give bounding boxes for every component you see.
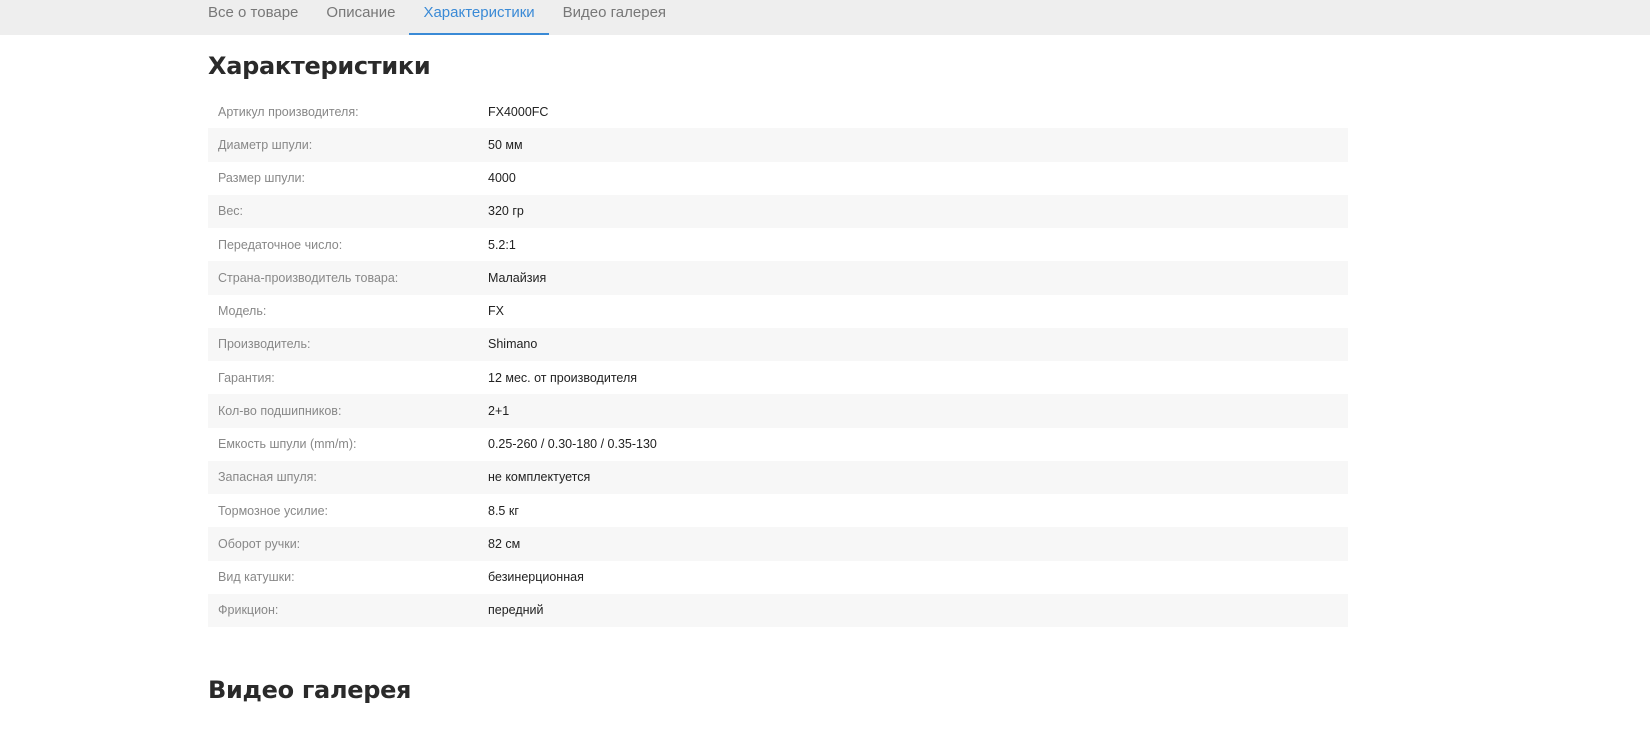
spec-key: Гарантия:: [218, 370, 275, 385]
spec-row: Размер шпули: 4000: [208, 162, 1348, 195]
spec-row: Запасная шпуля: не комплектуется: [208, 460, 1348, 494]
spec-key: Кол-во подшипников:: [218, 403, 342, 418]
spec-row: Производитель: Shimano: [208, 327, 1348, 361]
spec-key: Производитель:: [218, 337, 311, 352]
spec-value: 82 см: [488, 536, 521, 551]
spec-row: Кол-во подшипников: 2+1: [208, 394, 1348, 428]
spec-key: Вид катушки:: [218, 570, 295, 585]
spec-row: Фрикцион: передний: [208, 593, 1348, 627]
spec-key: Емкость шпули (mm/m):: [218, 437, 357, 452]
spec-row: Артикул производителя: FX4000FC: [208, 95, 1348, 128]
spec-value: передний: [488, 603, 544, 618]
tab-0[interactable]: Все о товаре: [194, 0, 312, 35]
tab-1[interactable]: Описание: [312, 0, 409, 35]
tab-3[interactable]: Видео галерея: [549, 0, 680, 35]
tab-bar: Все о товаре Описание Характеристики Видео …: [0, 0, 1650, 35]
spec-key: Размер шпули:: [218, 171, 305, 186]
spec-value: FX: [488, 304, 504, 319]
spec-value: 2+1: [488, 403, 510, 418]
spec-value: 5.2:1: [488, 237, 516, 252]
spec-value: FX4000FC: [488, 104, 549, 119]
spec-row: Гарантия: 12 мес. от производителя: [208, 361, 1348, 394]
specs-heading: Характеристики: [208, 52, 431, 80]
spec-value: 8.5 кг: [488, 503, 519, 518]
spec-row: Страна-производитель товара: Малайзия: [208, 261, 1348, 295]
spec-key: Страна-производитель товара:: [218, 270, 399, 285]
spec-row: Модель: FX: [208, 295, 1348, 328]
spec-key: Модель:: [218, 304, 267, 319]
spec-row: Передаточное число: 5.2:1: [208, 228, 1348, 261]
spec-key: Фрикцион:: [218, 603, 279, 618]
spec-key: Диаметр шпули:: [218, 137, 313, 152]
spec-value: Малайзия: [488, 270, 547, 285]
spec-key: Оборот ручки:: [218, 536, 301, 551]
spec-value: 50 мм: [488, 137, 523, 152]
spec-row: Вид катушки: безинерционная: [208, 561, 1348, 594]
spec-key: Тормозное усилие:: [218, 503, 329, 518]
specs-table: Артикул производителя: FX4000FC Диаметр шп…: [208, 95, 1348, 627]
spec-row: Тормозное усилие: 8.5 кг: [208, 494, 1348, 527]
spec-key: Вес:: [218, 204, 244, 219]
spec-key: Запасная шпуля:: [218, 470, 317, 485]
spec-value: не комплектуется: [488, 470, 591, 485]
spec-row: Оборот ручки: 82 см: [208, 527, 1348, 561]
spec-value: безинерционная: [488, 570, 584, 585]
spec-value: 320 гр: [488, 204, 524, 219]
video-gallery-heading: Видео галерея: [208, 676, 412, 704]
spec-value: 4000: [488, 171, 516, 186]
tabs: Все о товаре Описание Характеристики Видео …: [208, 0, 680, 35]
spec-value: 12 мес. от производителя: [488, 370, 638, 385]
spec-row: Емкость шпули (mm/m): 0.25-260 / 0.30-180…: [208, 428, 1348, 461]
spec-row: Вес: 320 гр: [208, 194, 1348, 228]
spec-row: Диаметр шпули: 50 мм: [208, 128, 1348, 162]
spec-value: 0.25-260 / 0.30-180 / 0.35-130: [488, 437, 657, 452]
tab-2[interactable]: Характеристики: [409, 0, 549, 35]
spec-key: Передаточное число:: [218, 237, 343, 252]
spec-value: Shimano: [488, 337, 538, 352]
spec-key: Артикул производителя:: [218, 104, 359, 119]
